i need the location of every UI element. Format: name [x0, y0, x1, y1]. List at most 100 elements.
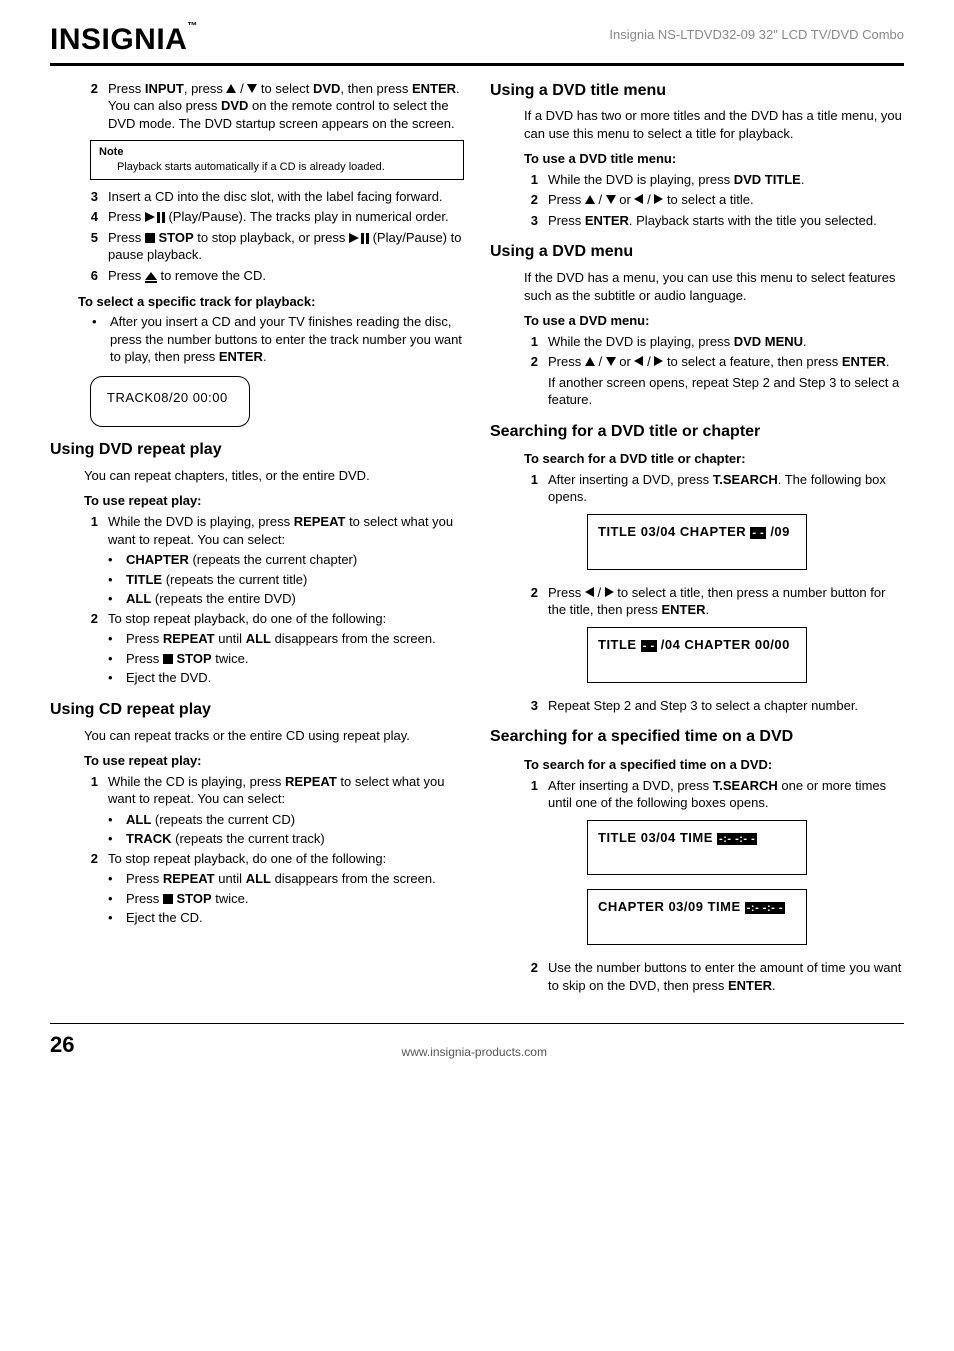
step-number: 3 — [84, 188, 108, 206]
step-1: 1After inserting a DVD, press T.SEARCH o… — [524, 777, 904, 812]
footer-url: www.insignia-products.com — [402, 1044, 547, 1060]
step-body: Press INPUT, press / to select DVD, then… — [108, 80, 464, 133]
step-2: 2 To stop repeat playback, do one of the… — [84, 610, 464, 628]
down-arrow-icon — [247, 84, 257, 93]
sub-bullet: •ALL (repeats the entire DVD) — [84, 590, 464, 608]
page-number: 26 — [50, 1030, 74, 1060]
step-3: 3Press ENTER. Playback starts with the t… — [524, 212, 904, 230]
step-2: 2 To stop repeat playback, do one of the… — [84, 850, 464, 868]
sub-bullet: •Press REPEAT until ALL disappears from … — [84, 870, 464, 888]
sub-bullet: •Press STOP twice. — [84, 890, 464, 908]
step-body: While the DVD is playing, press REPEAT t… — [108, 513, 464, 548]
logo-text: INSIGNIA — [50, 23, 187, 56]
step-2-cont: If another screen opens, repeat Step 2 a… — [524, 374, 904, 409]
content-columns: 2 Press INPUT, press / to select DVD, th… — [50, 80, 904, 998]
step-2: 2Press / or / to select a feature, then … — [524, 353, 904, 371]
step-3: 3Repeat Step 2 and Step 3 to select a ch… — [524, 697, 904, 715]
sub-bullet: •CHAPTER (repeats the current chapter) — [84, 551, 464, 569]
intro-text: If the DVD has a menu, you can use this … — [490, 269, 904, 304]
step-number: 6 — [84, 267, 108, 285]
step-list: 1 While the DVD is playing, press REPEAT… — [50, 513, 464, 687]
step-body: While the CD is playing, press REPEAT to… — [108, 773, 464, 808]
sub-bullet: •Press STOP twice. — [84, 650, 464, 668]
step-list: 2Use the number buttons to enter the amo… — [490, 959, 904, 994]
header: INSIGNIA™ Insignia NS-LTDVD32-09 32" LCD… — [50, 20, 904, 66]
step-body: To stop repeat playback, do one of the f… — [108, 850, 464, 868]
intro-text: If a DVD has two or more titles and the … — [490, 107, 904, 142]
up-arrow-icon — [226, 84, 236, 93]
track-display-box: TRACK08/20 00:00 — [90, 376, 250, 428]
sub-heading: To use a DVD title menu: — [524, 150, 904, 168]
section-heading: Using a DVD menu — [490, 241, 904, 263]
play-pause-icon — [145, 212, 165, 223]
sub-heading: To use repeat play: — [84, 492, 464, 510]
step-number: 2 — [84, 850, 108, 868]
step-number: 1 — [84, 513, 108, 548]
section-heading: Using CD repeat play — [50, 699, 464, 721]
trademark: ™ — [187, 21, 198, 32]
sub-bullet: •TITLE (repeats the current title) — [84, 571, 464, 589]
down-arrow-icon — [606, 357, 616, 366]
step-body: Press to remove the CD. — [108, 267, 464, 285]
section-heading: Using a DVD title menu — [490, 80, 904, 102]
sub-bullet: •Press REPEAT until ALL disappears from … — [84, 630, 464, 648]
step-1: 1 While the DVD is playing, press REPEAT… — [84, 513, 464, 548]
step-list: 1After inserting a DVD, press T.SEARCH. … — [490, 471, 904, 506]
step-2: 2Press / or / to select a title. — [524, 191, 904, 209]
step-number: 2 — [84, 80, 108, 133]
right-column: Using a DVD title menu If a DVD has two … — [490, 80, 904, 998]
play-pause-icon — [349, 233, 369, 244]
step-2: 2Press / to select a title, then press a… — [524, 584, 904, 619]
step-number: 1 — [84, 773, 108, 808]
step-list: 2Press / to select a title, then press a… — [490, 584, 904, 619]
section-heading: Searching for a specified time on a DVD — [490, 726, 904, 748]
step-1: 1While the DVD is playing, press DVD TIT… — [524, 171, 904, 189]
left-column: 2 Press INPUT, press / to select DVD, th… — [50, 80, 464, 998]
stop-icon — [145, 233, 155, 243]
down-arrow-icon — [606, 195, 616, 204]
sub-heading: To search for a specified time on a DVD: — [524, 756, 904, 774]
step-4: 4 Press (Play/Pause). The tracks play in… — [84, 208, 464, 226]
step-body: Insert a CD into the disc slot, with the… — [108, 188, 464, 206]
step-2: 2Use the number buttons to enter the amo… — [524, 959, 904, 994]
page: INSIGNIA™ Insignia NS-LTDVD32-09 32" LCD… — [0, 0, 954, 1080]
step-1: 1 While the CD is playing, press REPEAT … — [84, 773, 464, 808]
step-6: 6 Press to remove the CD. — [84, 267, 464, 285]
note-label: Note — [99, 146, 123, 158]
step-list: 1While the DVD is playing, press DVD TIT… — [490, 171, 904, 230]
step-3: 3 Insert a CD into the disc slot, with t… — [84, 188, 464, 206]
note-text: Playback starts automatically if a CD is… — [99, 160, 455, 175]
sub-heading: To use a DVD menu: — [524, 312, 904, 330]
step-list: 1After inserting a DVD, press T.SEARCH o… — [490, 777, 904, 812]
step-1: 1While the DVD is playing, press DVD MEN… — [524, 333, 904, 351]
sub-bullet: •Eject the CD. — [84, 909, 464, 927]
bullet-block: • After you insert a CD and your TV fini… — [50, 313, 464, 366]
intro-text: You can repeat chapters, titles, or the … — [50, 467, 464, 485]
section-heading: Searching for a DVD title or chapter — [490, 421, 904, 443]
time-display-box: TITLE 03/04 TIME -:- -:- - — [587, 820, 807, 876]
note-box: Note Playback starts automatically if a … — [90, 140, 464, 180]
search-display-box: TITLE - - /04 CHAPTER 00/00 — [587, 627, 807, 683]
bullet-body: After you insert a CD and your TV finish… — [110, 313, 464, 366]
sub-heading: To use repeat play: — [84, 752, 464, 770]
left-arrow-icon — [585, 587, 594, 597]
step-list: 3Repeat Step 2 and Step 3 to select a ch… — [490, 697, 904, 715]
sub-bullet: •ALL (repeats the current CD) — [84, 811, 464, 829]
sub-bullet: •TRACK (repeats the current track) — [84, 830, 464, 848]
up-arrow-icon — [585, 195, 595, 204]
search-display-box: TITLE 03/04 CHAPTER - - /09 — [587, 514, 807, 570]
step-5: 5 Press STOP to stop playback, or press … — [84, 229, 464, 264]
up-arrow-icon — [585, 357, 595, 366]
product-name: Insignia NS-LTDVD32-09 32" LCD TV/DVD Co… — [609, 20, 904, 44]
step-number: 2 — [84, 610, 108, 628]
right-arrow-icon — [654, 356, 663, 366]
step-body: Press (Play/Pause). The tracks play in n… — [108, 208, 464, 226]
brand-logo: INSIGNIA™ — [50, 20, 198, 61]
sub-bullet: •Eject the DVD. — [84, 669, 464, 687]
step-number: 4 — [84, 208, 108, 226]
step-list: 1While the DVD is playing, press DVD MEN… — [490, 333, 904, 409]
time-display-box: CHAPTER 03/09 TIME -:- -:- - — [587, 889, 807, 945]
sub-heading: To select a specific track for playback: — [78, 293, 464, 311]
right-arrow-icon — [654, 194, 663, 204]
right-arrow-icon — [605, 587, 614, 597]
